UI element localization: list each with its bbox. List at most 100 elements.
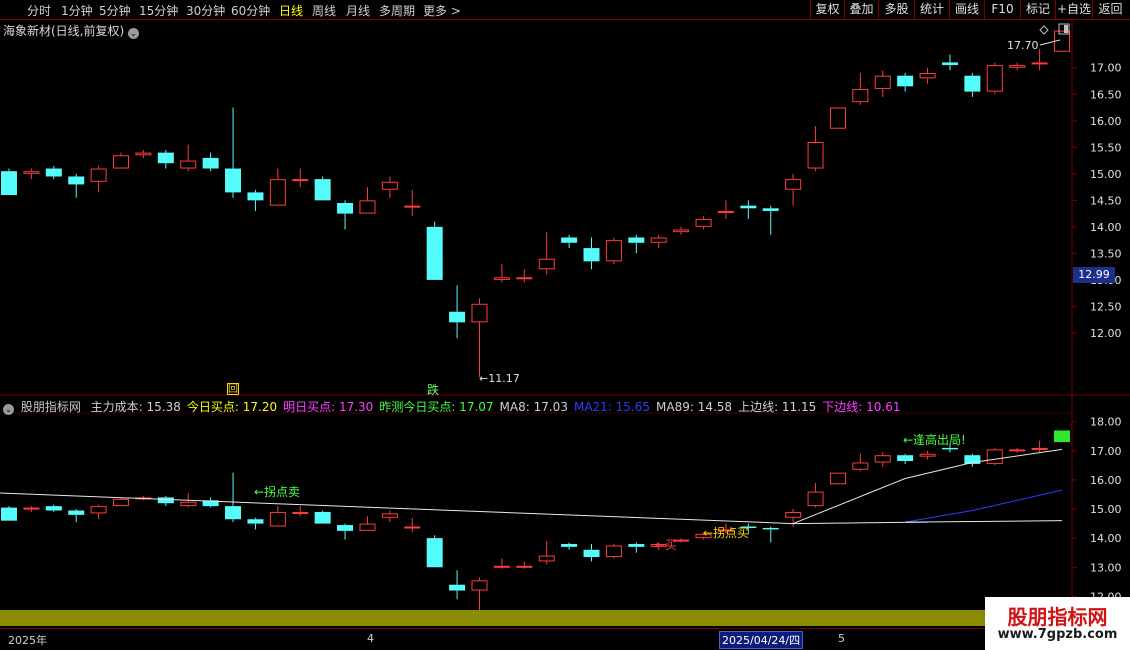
ind-candle — [404, 526, 421, 529]
price-candle — [852, 88, 869, 103]
ma8-line — [792, 448, 1063, 525]
indicator-tick-label: 18.00 — [1090, 416, 1122, 429]
ind-candle — [381, 513, 398, 518]
ind-candle — [449, 584, 466, 591]
ind-candle — [561, 543, 578, 547]
high-price-label: 17.70 — [1007, 39, 1039, 52]
price-candle — [337, 203, 354, 214]
ind-candle — [605, 545, 622, 558]
ind-candle — [45, 506, 62, 511]
price-candle — [45, 168, 62, 177]
ma21-line — [905, 489, 1063, 523]
ind-candle — [874, 455, 891, 463]
legend-item-3: 昨测今日买点: 17.07 — [379, 400, 494, 414]
price-candle — [157, 152, 174, 164]
price-tick-label: 12.50 — [1090, 300, 1122, 313]
price-tick-label: 14.00 — [1090, 221, 1122, 234]
ind-candle — [180, 501, 197, 507]
price-tick-label: 16.00 — [1090, 115, 1122, 128]
legend-item-8: 下边线: 10.61 — [822, 400, 901, 414]
price-candle — [897, 75, 914, 87]
ind-candle — [628, 543, 645, 547]
time-axis: 2025年 4 2025/04/24/四 5 — [0, 628, 1072, 650]
ind-candle — [897, 455, 914, 462]
cost-line — [0, 492, 794, 525]
ind-candle — [1009, 449, 1026, 452]
price-candle — [717, 210, 734, 213]
cursor-date: 2025/04/24/四 — [719, 631, 804, 649]
indicator-tick-label: 16.00 — [1090, 474, 1122, 487]
price-candle — [605, 240, 622, 262]
price-candle — [561, 237, 578, 243]
time-axis-year: 2025年 — [8, 634, 47, 647]
chevron-down-icon[interactable]: ⌄ — [3, 404, 14, 415]
panel-toggle-icon-fill — [1064, 25, 1068, 33]
annotation-top: ←逢高出局! — [903, 432, 966, 447]
price-candle — [269, 179, 286, 206]
price-candle — [785, 179, 802, 190]
ind-candle — [269, 511, 286, 527]
current-price-tag: 12.99 — [1073, 267, 1115, 283]
volume-band — [0, 610, 985, 626]
price-candle — [695, 218, 712, 227]
price-candle — [493, 277, 510, 280]
price-candle — [1031, 62, 1048, 65]
stock-chart-app: 分时 1分钟 5分钟 15分钟 30分钟 60分钟 日线 周线 月线 多周期 更多 > 复权 叠加 多股统… — [0, 0, 1130, 650]
watermark-name: 股朋指标网 — [1007, 605, 1108, 629]
ind-candle — [23, 507, 40, 510]
price-candle — [1009, 65, 1026, 68]
legend-item-7: 上边线: 11.15 — [738, 400, 817, 414]
price-candle — [673, 229, 690, 233]
ind-candle — [941, 447, 958, 450]
price-candle — [202, 157, 219, 169]
price-candle — [359, 200, 376, 214]
ind-candle — [538, 555, 555, 562]
price-candle — [807, 142, 824, 169]
price-candle — [292, 179, 309, 182]
signal-die: 跌 — [427, 383, 440, 397]
ind-candle — [829, 472, 846, 485]
indicator-tick-label: 14.00 — [1090, 532, 1122, 545]
ind-candle — [426, 538, 443, 568]
price-tick-label: 17.00 — [1090, 62, 1122, 75]
ind-candle — [471, 580, 488, 591]
price-candle — [628, 237, 645, 243]
price-candle — [986, 65, 1003, 92]
time-axis-month-5: 5 — [838, 632, 845, 645]
price-candle — [23, 171, 40, 174]
price-candle — [381, 181, 398, 190]
price-candle — [919, 73, 936, 79]
price-candle — [68, 176, 85, 185]
price-tick-label: 15.50 — [1090, 141, 1122, 154]
ind-candle — [113, 498, 130, 507]
price-candle — [874, 75, 891, 89]
price-candle — [762, 208, 779, 211]
price-candle — [650, 237, 667, 243]
annotation-sell: ←拐点卖 — [254, 484, 300, 499]
ind-candle — [225, 506, 242, 520]
price-candle — [135, 152, 152, 156]
ind-candle — [1, 507, 17, 521]
price-candle — [538, 258, 555, 270]
time-axis-month-4: 4 — [367, 632, 374, 645]
ma89-line — [905, 520, 1063, 523]
price-candle — [516, 277, 533, 280]
price-candle — [225, 168, 242, 193]
kline-chart[interactable]: 17.00 16.50 16.00 15.50 15.00 14.50 14.00 13.50… — [0, 0, 1130, 650]
high-arrow — [1039, 39, 1061, 46]
low-price-label: ←11.17 — [479, 372, 520, 385]
price-tick-label: 16.50 — [1090, 88, 1122, 101]
ind-candle — [247, 519, 264, 524]
ind-candle — [1031, 447, 1048, 450]
ind-candle — [337, 525, 354, 531]
ind-candle — [90, 506, 107, 514]
legend-item-6: MA89: 14.58 — [656, 400, 733, 414]
ind-candle — [852, 462, 869, 470]
price-candle — [180, 160, 197, 169]
price-candle — [449, 311, 466, 323]
annotation-buy: ←拐点买 — [703, 525, 749, 540]
indicator-legend: ⌄ 股朋指标网 主力成本: 15.38 今日买点: 17.20 明日买点: 17.3… — [3, 398, 907, 415]
watermark-logo: 股朋指标网 www.7gpzb.com — [985, 597, 1130, 650]
indicator-name[interactable]: 股朋指标网 — [21, 400, 81, 414]
ind-candle — [68, 510, 85, 515]
